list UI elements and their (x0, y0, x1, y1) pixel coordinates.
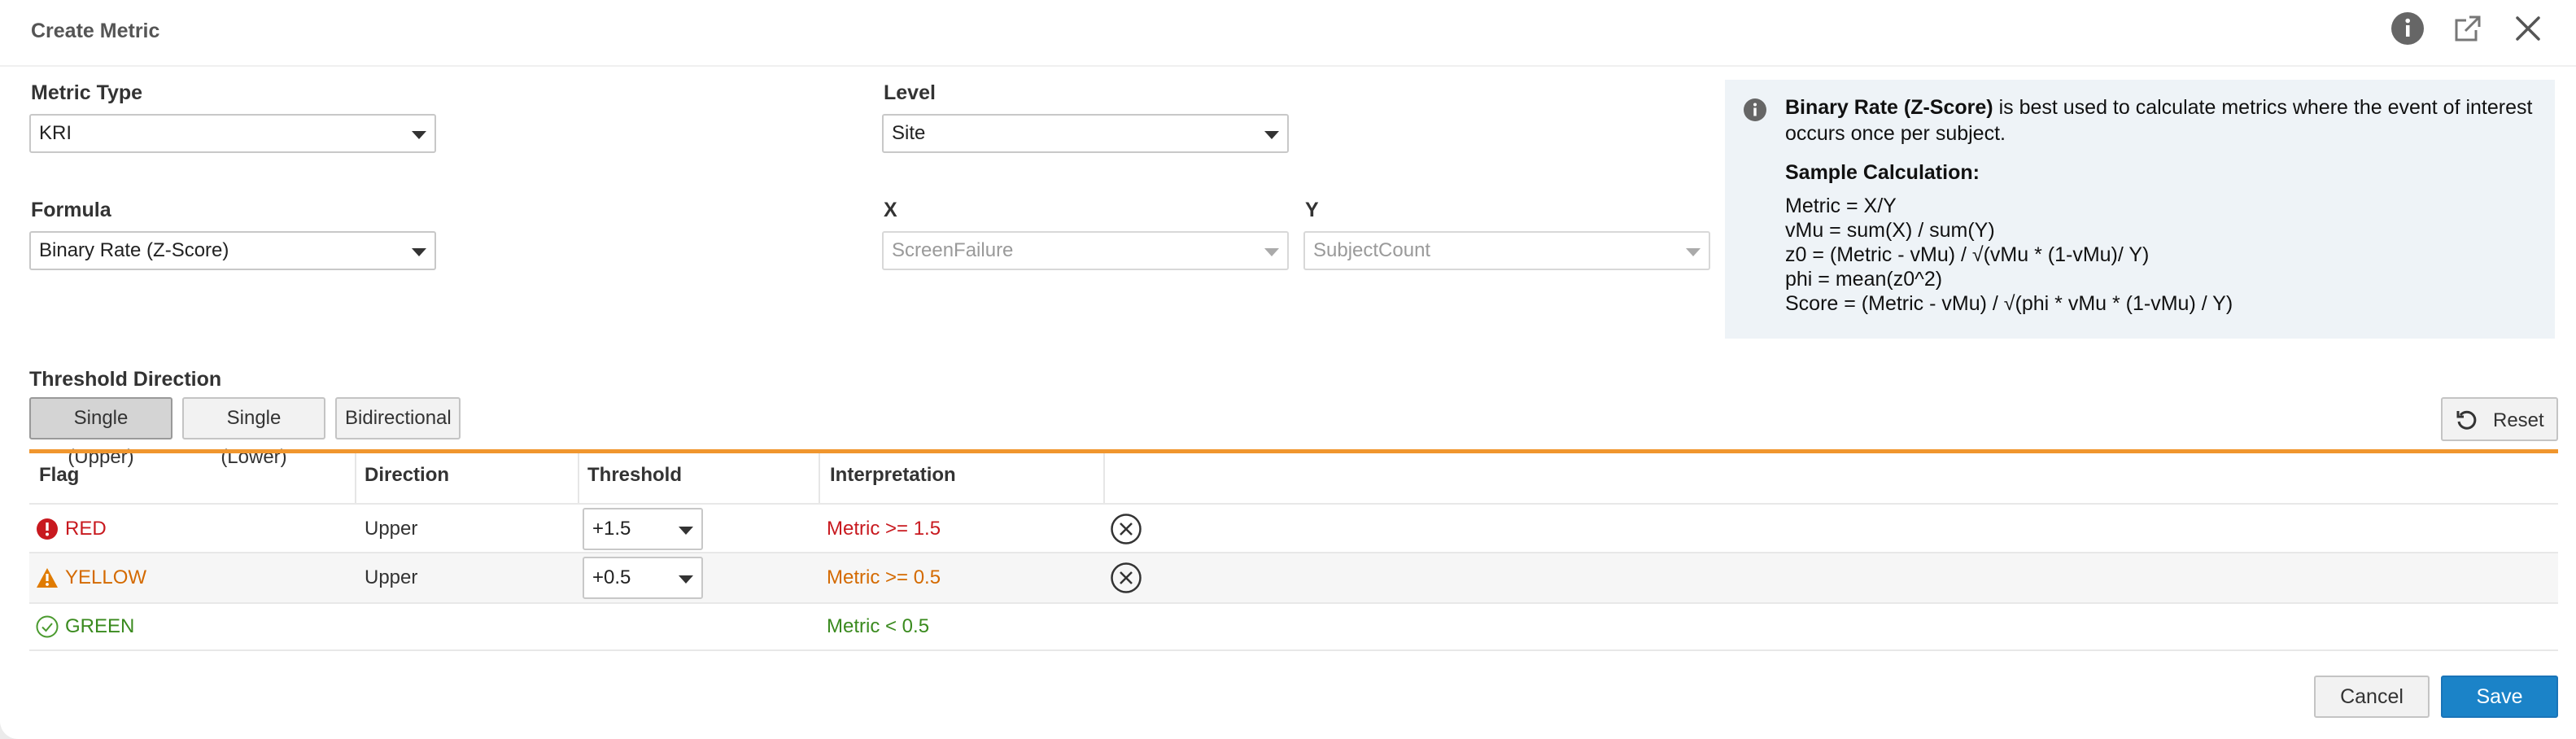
single-lower-button[interactable]: Single (Lower) (182, 397, 325, 468)
flag-label: RED (65, 518, 107, 540)
row-divider (29, 602, 2558, 604)
reset-button[interactable]: Reset (2441, 397, 2558, 441)
reset-icon (2456, 409, 2478, 437)
col-header-threshold: Threshold (587, 464, 683, 486)
calc-line: Metric = X/Y (1785, 195, 1897, 217)
direction-value: Upper (365, 566, 418, 588)
sample-calculation-heading: Sample Calculation: (1785, 161, 1980, 184)
x-label: X (884, 199, 897, 221)
threshold-value: +0.5 (592, 566, 631, 588)
interpretation-value: Metric >= 1.5 (827, 518, 941, 540)
calc-line: phi = mean(z0^2) (1785, 268, 1943, 291)
row-divider (29, 649, 2558, 651)
remove-row-button[interactable] (1110, 562, 1142, 594)
threshold-direction-label: Threshold Direction (29, 368, 222, 391)
check-circle-icon (36, 615, 59, 638)
column-separator (819, 453, 820, 504)
warning-icon (36, 566, 59, 589)
create-metric-dialog: Create Metric Metric Type KRI Level Site… (0, 0, 2576, 739)
metric-type-select[interactable]: KRI (29, 114, 436, 153)
level-label: Level (884, 81, 936, 104)
y-value: SubjectCount (1313, 239, 1431, 261)
formula-info-panel: Binary Rate (Z-Score) is best used to ca… (1725, 80, 2555, 339)
threshold-select[interactable]: +0.5 (583, 557, 703, 599)
cancel-button[interactable]: Cancel (2314, 676, 2430, 718)
chevron-down-icon (1686, 248, 1701, 256)
chevron-down-icon (1264, 131, 1279, 139)
dialog-header: Create Metric (0, 0, 2576, 67)
close-icon[interactable] (2509, 10, 2547, 47)
col-header-interpretation: Interpretation (830, 464, 956, 486)
chevron-down-icon (679, 527, 693, 535)
column-separator (578, 453, 579, 504)
info-icon[interactable] (2389, 10, 2426, 47)
level-select[interactable]: Site (882, 114, 1289, 153)
x-value: ScreenFailure (892, 239, 1014, 261)
remove-row-button[interactable] (1110, 513, 1142, 545)
flag-label: YELLOW (65, 566, 147, 588)
calc-line: z0 = (Metric - vMu) / √(vMu * (1-vMu)/ Y… (1785, 243, 2150, 266)
metric-type-label: Metric Type (31, 81, 143, 104)
interpretation-value: Metric >= 0.5 (827, 566, 941, 588)
chevron-down-icon (412, 131, 426, 139)
direction-value: Upper (365, 518, 418, 540)
formula-label: Formula (31, 199, 111, 221)
column-separator (1103, 453, 1105, 504)
interpretation-value: Metric < 0.5 (827, 615, 930, 637)
level-value: Site (892, 122, 926, 144)
error-icon (36, 518, 59, 540)
bidirectional-button[interactable]: Bidirectional (335, 397, 461, 439)
save-button[interactable]: Save (2441, 676, 2558, 718)
formula-select[interactable]: Binary Rate (Z-Score) (29, 231, 436, 270)
reset-label: Reset (2493, 409, 2544, 431)
y-label: Y (1305, 199, 1319, 221)
chevron-down-icon (412, 248, 426, 256)
flag-label: GREEN (65, 615, 135, 637)
x-select[interactable]: ScreenFailure (882, 231, 1289, 270)
external-link-icon[interactable] (2449, 10, 2486, 47)
info-circle-icon (1743, 98, 1767, 122)
calc-line: Score = (Metric - vMu) / √(phi * vMu * (… (1785, 292, 2233, 315)
y-select[interactable]: SubjectCount (1303, 231, 1710, 270)
info-text: Binary Rate (Z-Score) is best used to ca… (1785, 94, 2534, 316)
formula-value: Binary Rate (Z-Score) (39, 239, 229, 261)
row-divider (29, 503, 2558, 505)
info-formula-name: Binary Rate (Z-Score) (1785, 96, 1993, 119)
info-description: Binary Rate (Z-Score) is best used to ca… (1785, 94, 2534, 146)
dialog-title: Create Metric (31, 20, 160, 42)
single-upper-button[interactable]: Single (Upper) (29, 397, 172, 468)
metric-type-value: KRI (39, 122, 72, 144)
chevron-down-icon (679, 575, 693, 584)
section-divider (29, 449, 2558, 453)
col-header-flag: Flag (39, 464, 80, 486)
column-separator (355, 453, 356, 504)
threshold-select[interactable]: +1.5 (583, 508, 703, 550)
col-header-direction: Direction (365, 464, 450, 486)
threshold-value: +1.5 (592, 518, 631, 540)
calc-line: vMu = sum(X) / sum(Y) (1785, 219, 1995, 242)
chevron-down-icon (1264, 248, 1279, 256)
